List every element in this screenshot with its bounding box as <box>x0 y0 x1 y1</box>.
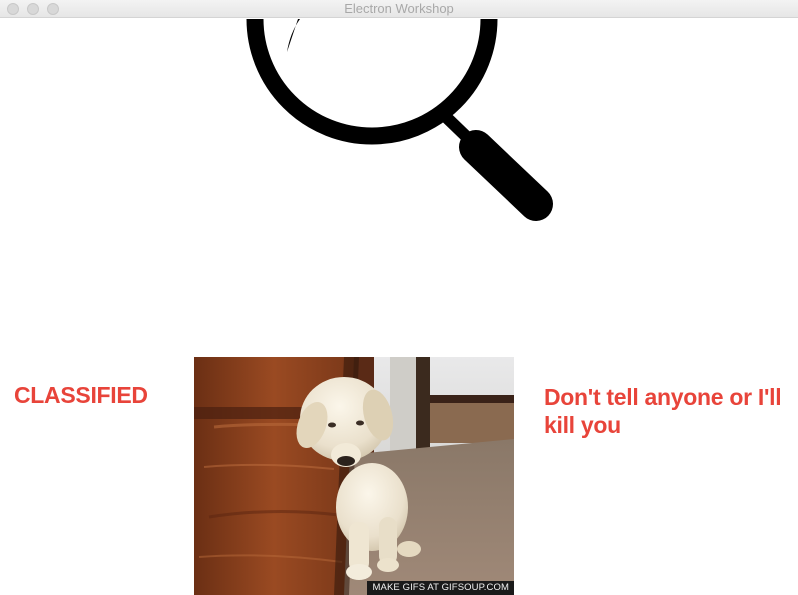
app-window: Electron Workshop CLASSIFIED MAKE GIFS A… <box>0 0 798 595</box>
gif-watermark-caption: MAKE GIFS AT GIFSOUP.COM <box>366 581 514 595</box>
magnifying-glass-icon <box>240 0 560 224</box>
warning-message: Don't tell anyone or I'll kill you <box>544 384 782 438</box>
window-title: Electron Workshop <box>344 1 454 16</box>
title-bar[interactable]: Electron Workshop <box>0 0 798 18</box>
puppy-gif-image: MAKE GIFS AT GIFSOUP.COM <box>194 357 514 595</box>
classified-label: CLASSIFIED <box>14 382 148 408</box>
